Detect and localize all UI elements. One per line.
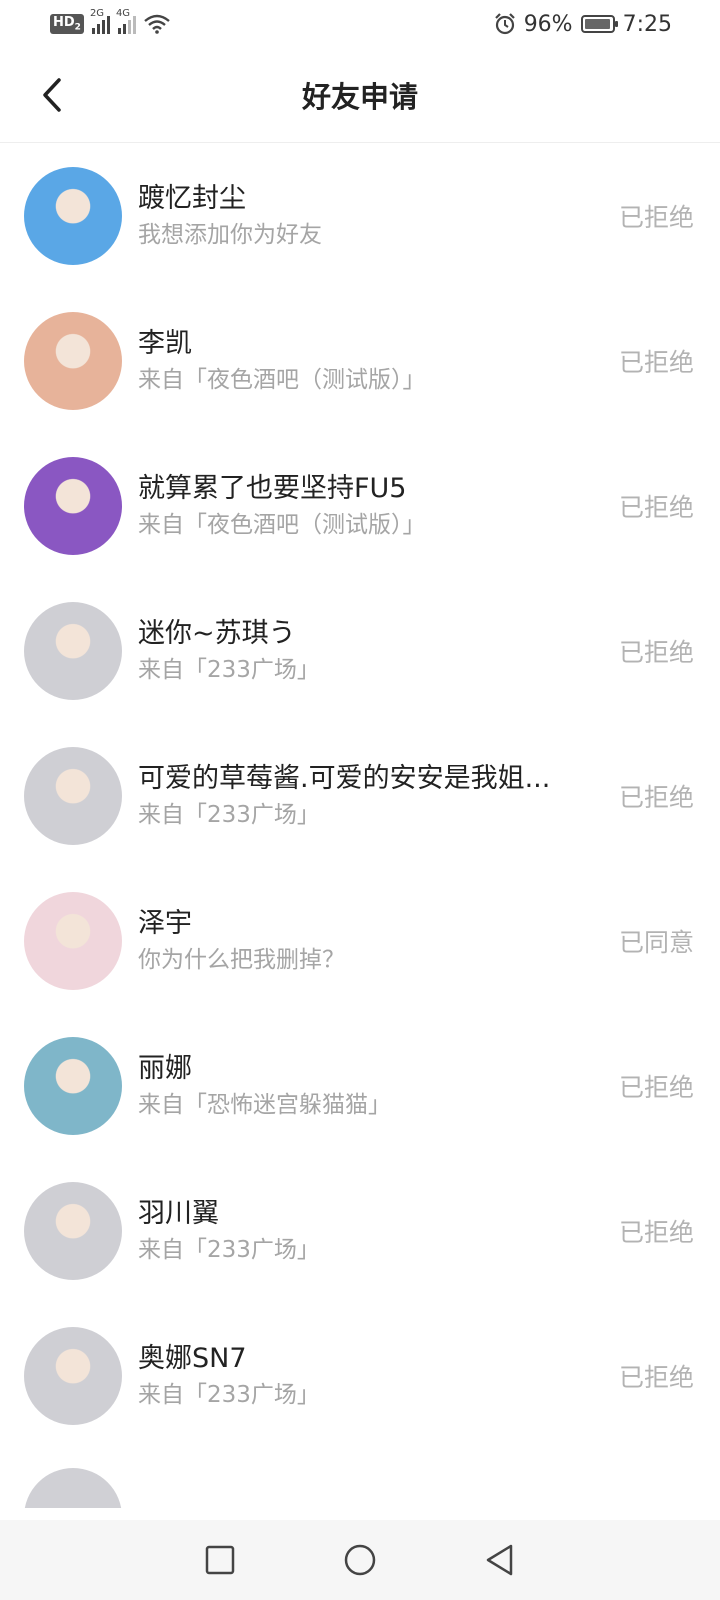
hd-badge: HD2: [50, 14, 84, 34]
status-right: 96% 7:25: [494, 12, 672, 37]
signal-icon-sim1: 2G: [90, 8, 110, 34]
request-status: 已拒绝: [618, 1072, 694, 1102]
request-info: 羽川翼来自「233广场」: [138, 1195, 601, 1267]
request-status: 已拒绝: [618, 202, 694, 232]
request-info: 泽宇你为什么把我删掉？: [138, 905, 601, 977]
requester-name: 李凯: [138, 327, 192, 359]
request-message: 来自「233广场」: [138, 656, 320, 683]
list-item[interactable]: 可爱的草莓酱.可爱的安安是我姐... 来自「233广场」 已拒绝: [0, 723, 720, 868]
requester-name: 可爱的草莓酱.可爱的安安是我姐...: [138, 762, 551, 794]
request-message: 来自「夜色酒吧（测试版）」: [138, 366, 426, 393]
requester-name: 迷你~苏琪う: [138, 617, 296, 649]
sim2-label: 4G: [115, 8, 131, 19]
battery-percent: 96%: [523, 11, 573, 37]
circle-icon: [344, 1544, 376, 1576]
back-nav-button[interactable]: [480, 1540, 520, 1580]
requester-name: 泽宇: [138, 907, 192, 939]
list-item[interactable]: 就算累了也要坚持FU5 来自「夜色酒吧（测试版）」 已拒绝: [0, 433, 720, 578]
system-nav-bar: [0, 1520, 720, 1600]
sim1-label: 2G: [89, 8, 105, 19]
list-item[interactable]: 泽宇你为什么把我删掉？ 已同意: [0, 868, 720, 1013]
alarm-icon: [494, 13, 515, 35]
back-button[interactable]: [30, 73, 74, 117]
recents-button[interactable]: [200, 1540, 240, 1580]
list-item[interactable]: 奥娜SN7 来自「233广场」 已拒绝: [0, 1303, 720, 1448]
list-item[interactable]: 踱忆封尘 我想添加你为好友 已拒绝: [0, 143, 720, 288]
requester-name: 丽娜: [138, 1052, 192, 1084]
triangle-back-icon: [486, 1544, 513, 1576]
request-message: 来自「恐怖迷宫躲猫猫」: [138, 1091, 391, 1118]
status-bar: HD2 2G 4G 96% 7:25: [0, 0, 720, 48]
signal-icon-sim2: 4G: [116, 8, 136, 34]
request-status: 已拒绝: [618, 1362, 694, 1392]
square-icon: [205, 1545, 235, 1575]
avatar[interactable]: [24, 891, 122, 990]
clock-time: 7:25: [622, 11, 672, 37]
list-item[interactable]: 迷你~苏琪う 来自「233广场」 已拒绝: [0, 578, 720, 723]
request-info: 踱忆封尘我想添加你为好友: [138, 180, 601, 252]
request-info: 可爱的草莓酱.可爱的安安是我姐... 来自「233广场」: [138, 760, 601, 832]
request-status: 已拒绝: [618, 1217, 694, 1247]
chevron-left-icon: [43, 78, 61, 112]
battery-icon: [580, 15, 618, 33]
list-item-partial[interactable]: [0, 1448, 720, 1508]
avatar[interactable]: [24, 166, 122, 265]
avatar[interactable]: [24, 746, 122, 845]
request-status: 已拒绝: [618, 347, 694, 377]
avatar[interactable]: [24, 1326, 122, 1425]
request-status: 已同意: [618, 927, 694, 957]
hd-sub-label: 2: [74, 22, 81, 33]
avatar[interactable]: [24, 1468, 122, 1508]
avatar[interactable]: [24, 1036, 122, 1135]
request-info: 丽娜来自「恐怖迷宫躲猫猫」: [138, 1050, 601, 1122]
request-message: 来自「233广场」: [138, 801, 320, 828]
request-info: 就算累了也要坚持FU5 来自「夜色酒吧（测试版）」: [138, 470, 601, 542]
avatar[interactable]: [24, 311, 122, 410]
request-message: 你为什么把我删掉？: [138, 946, 345, 973]
list-item[interactable]: 丽娜 来自「恐怖迷宫躲猫猫」 已拒绝: [0, 1013, 720, 1158]
request-status: 已拒绝: [618, 492, 694, 522]
request-message: 来自「233广场」: [138, 1381, 320, 1408]
request-message: 来自「夜色酒吧（测试版）」: [138, 511, 426, 538]
list-item[interactable]: 羽川翼 来自「233广场」 已拒绝: [0, 1158, 720, 1303]
hd-label: HD: [53, 15, 75, 31]
request-message: 我想添加你为好友: [138, 221, 322, 248]
requester-name: 奥娜SN7: [138, 1342, 247, 1374]
list-item[interactable]: 李凯 来自「夜色酒吧（测试版）」 已拒绝: [0, 288, 720, 433]
request-message: 来自「233广场」: [138, 1236, 320, 1263]
page-title: 好友申请: [301, 80, 418, 114]
wifi-icon: [144, 14, 170, 34]
home-button[interactable]: [340, 1540, 380, 1580]
header: 好友申请: [0, 48, 720, 143]
request-info: 李凯来自「夜色酒吧（测试版）」: [138, 325, 601, 397]
request-info: 奥娜SN7 来自「233广场」: [138, 1340, 601, 1412]
avatar[interactable]: [24, 1181, 122, 1280]
avatar[interactable]: [24, 456, 122, 555]
requester-name: 踱忆封尘: [138, 182, 246, 214]
request-status: 已拒绝: [618, 637, 694, 667]
status-left: HD2 2G 4G: [50, 8, 170, 34]
requester-name: 就算累了也要坚持FU5: [138, 472, 407, 504]
request-info: 迷你~苏琪う来自「233广场」: [138, 615, 601, 687]
avatar[interactable]: [24, 601, 122, 700]
requester-name: 羽川翼: [138, 1197, 219, 1229]
request-status: 已拒绝: [618, 782, 694, 812]
friend-request-list: 踱忆封尘 我想添加你为好友 已拒绝 李凯 来自「夜色酒吧（测试版）」 已拒绝 就算累了也要坚…: [0, 143, 720, 1508]
